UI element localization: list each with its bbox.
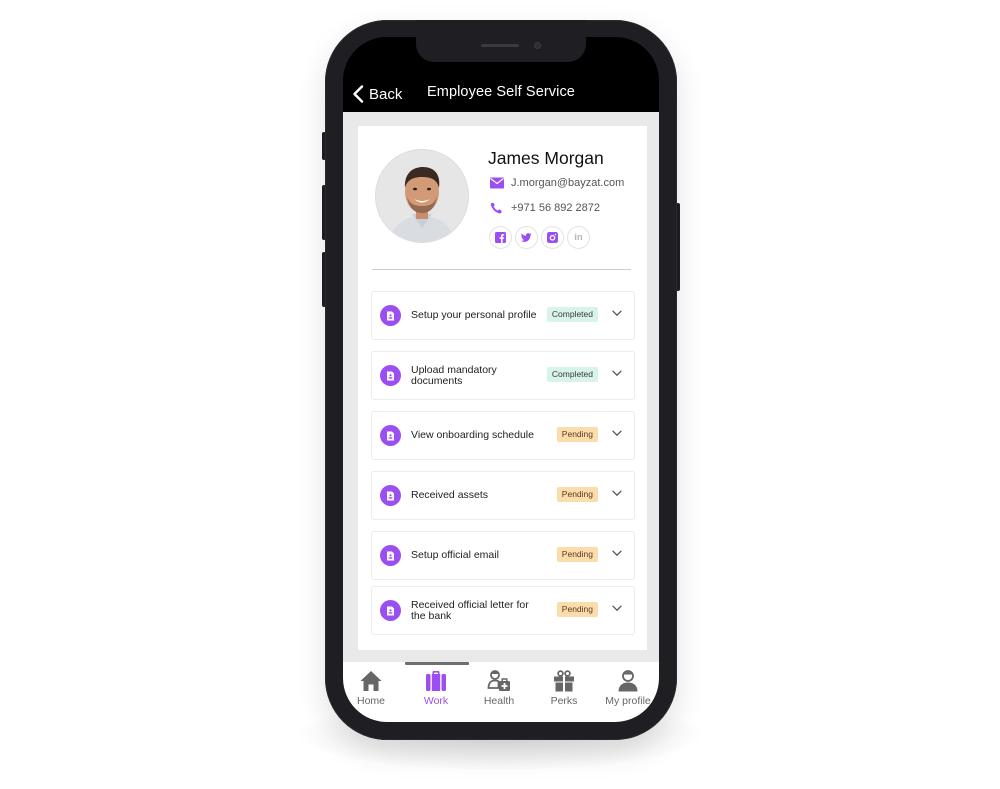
status-badge: Completed [546, 367, 598, 382]
task-label: Received assets [411, 489, 489, 501]
tab-home[interactable]: Home [343, 670, 403, 707]
tab-my-profile[interactable]: My profile [596, 670, 659, 707]
briefcase-icon [426, 671, 446, 691]
instagram-link[interactable] [541, 226, 564, 249]
document-icon [380, 305, 401, 326]
profile-card: James Morgan J.morgan@bayzat.com +971 56… [358, 126, 647, 650]
facebook-icon [495, 232, 506, 243]
divider [372, 269, 631, 270]
tab-perks[interactable]: Perks [532, 670, 596, 707]
phone-row[interactable]: +971 56 892 2872 [490, 202, 600, 214]
tab-work[interactable]: Work [404, 670, 468, 707]
phone-icon [490, 203, 502, 214]
chevron-down-icon[interactable] [612, 550, 622, 557]
task-label: Setup official email [411, 549, 499, 561]
page-title: Employee Self Service [343, 84, 659, 100]
twitter-icon [521, 233, 532, 242]
chevron-down-icon[interactable] [612, 370, 622, 377]
chevron-down-icon[interactable] [612, 490, 622, 497]
task-label: Received official letter for the bank [411, 598, 529, 622]
document-icon [380, 485, 401, 506]
instagram-icon [547, 232, 558, 243]
employee-name: James Morgan [488, 148, 604, 168]
task-label: View onboarding schedule [411, 429, 534, 441]
doctor-kit-icon [487, 670, 510, 691]
tab-label: Home [356, 695, 385, 707]
task-label: Setup your personal profile [411, 309, 537, 321]
user-icon [618, 670, 638, 692]
bottom-tab-bar: Home Work Health Perks My profile [343, 662, 659, 722]
tab-label: My profile [605, 695, 651, 707]
email-text: J.morgan@bayzat.com [511, 177, 625, 189]
page-title-text: Employee Self Service [427, 84, 575, 100]
status-badge: Pending [556, 547, 598, 562]
status-badge: Pending [556, 602, 598, 617]
status-badge: Completed [546, 307, 598, 322]
mail-icon [490, 177, 504, 189]
avatar [376, 150, 468, 242]
social-links: in [489, 226, 590, 249]
task-item[interactable]: Setup official email Pending [371, 531, 635, 580]
document-icon [380, 600, 401, 621]
person-photo-icon [376, 150, 468, 242]
chevron-down-icon[interactable] [612, 430, 622, 437]
status-badge: Pending [556, 427, 598, 442]
facebook-link[interactable] [489, 226, 512, 249]
linkedin-link[interactable]: in [567, 226, 590, 249]
task-label: Upload mandatory documents [411, 363, 497, 387]
speaker-grille [481, 44, 519, 47]
document-icon [380, 425, 401, 446]
chevron-down-icon[interactable] [612, 310, 622, 317]
document-icon [380, 545, 401, 566]
active-tab-indicator [405, 662, 469, 665]
task-item[interactable]: Received official letter for the bank Pe… [371, 586, 635, 635]
tab-health[interactable]: Health [467, 670, 531, 707]
task-item[interactable]: Received assets Pending [371, 471, 635, 520]
home-icon [360, 671, 382, 691]
content-area: James Morgan J.morgan@bayzat.com +971 56… [343, 112, 659, 662]
task-item[interactable]: View onboarding schedule Pending [371, 411, 635, 460]
email-row[interactable]: J.morgan@bayzat.com [490, 177, 624, 189]
tab-label: Perks [550, 695, 578, 707]
task-item[interactable]: Upload mandatory documents Completed [371, 351, 635, 400]
tab-label: Health [483, 695, 515, 707]
linkedin-icon: in [574, 232, 583, 243]
tab-label: Work [423, 695, 449, 707]
task-item[interactable]: Setup your personal profile Completed [371, 291, 635, 340]
status-badge: Pending [556, 487, 598, 502]
phone-notch [416, 20, 586, 62]
document-icon [380, 365, 401, 386]
phone-screen: Back Employee Self Service James Morgan … [343, 37, 659, 722]
gift-icon [554, 670, 574, 692]
phone-text: +971 56 892 2872 [511, 202, 601, 214]
front-camera [534, 42, 541, 49]
chevron-down-icon[interactable] [612, 605, 622, 612]
twitter-link[interactable] [515, 226, 538, 249]
